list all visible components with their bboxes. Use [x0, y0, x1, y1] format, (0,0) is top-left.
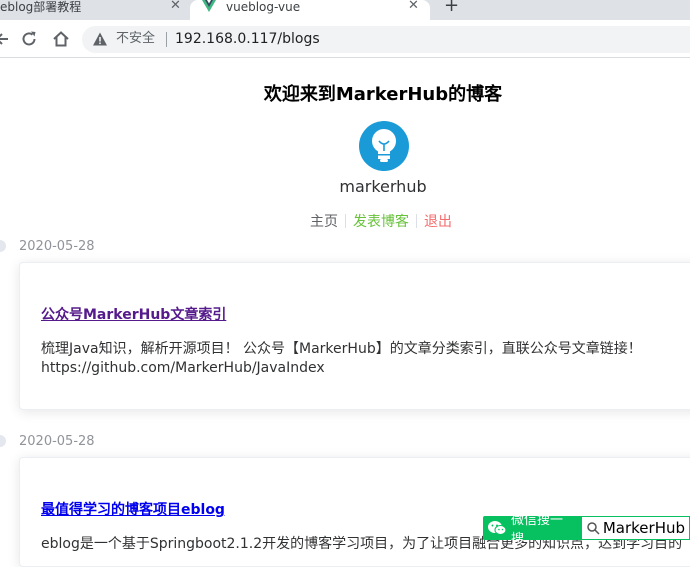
watermark-account-box: MarkerHub — [580, 516, 690, 540]
timeline-dot — [0, 240, 6, 252]
tab-title: eblog部署教程 — [0, 0, 82, 14]
wechat-search-watermark: 微信搜一搜 MarkerHub — [483, 513, 690, 547]
wechat-search-label-box: 微信搜一搜 — [483, 513, 581, 547]
post-date: 2020-05-28 — [19, 239, 95, 254]
tab-strip: eblog部署教程 ✕ vueblog-vue ✕ + — [0, 0, 690, 20]
close-icon[interactable]: ✕ — [170, 0, 181, 13]
security-label[interactable]: 不安全 — [116, 31, 155, 47]
nav-home-link[interactable]: 主页 — [310, 211, 338, 231]
post-date: 2020-05-28 — [19, 434, 95, 449]
address-bar[interactable]: 不安全 192.168.0.117/blogs — [82, 26, 690, 53]
url-text[interactable]: 192.168.0.117/blogs — [175, 31, 320, 47]
nav-divider — [345, 214, 346, 228]
back-icon[interactable] — [0, 28, 14, 50]
browser-toolbar: 不安全 192.168.0.117/blogs — [0, 20, 690, 58]
reload-icon[interactable] — [18, 28, 40, 50]
close-icon[interactable]: ✕ — [408, 0, 419, 13]
vue-icon — [202, 0, 216, 12]
nav-logout-link[interactable]: 退出 — [424, 211, 452, 231]
nav-new-post-link[interactable]: 发表博客 — [353, 211, 409, 231]
home-icon[interactable] — [50, 28, 72, 50]
post-description: 梳理Java知识，解析开源项目！ 公众号【MarkerHub】的文章分类索引，直… — [41, 341, 642, 376]
tab-title: vueblog-vue — [226, 0, 301, 14]
wechat-icon — [487, 521, 507, 535]
nav-divider — [416, 214, 417, 228]
timeline-dot — [0, 435, 6, 447]
tab-eblog-deploy[interactable]: eblog部署教程 ✕ — [0, 0, 190, 20]
watermark-account: MarkerHub — [602, 519, 685, 537]
lightbulb-avatar — [359, 121, 409, 171]
page-content: 欢迎来到MarkerHub的博客 markerhub 主页 发表博客 退出 20… — [0, 58, 690, 567]
tab-vueblog[interactable]: vueblog-vue ✕ — [190, 0, 430, 20]
warning-icon[interactable] — [92, 31, 108, 47]
username: markerhub — [339, 177, 427, 196]
new-tab-button[interactable]: + — [444, 0, 459, 16]
post-title-link[interactable]: 公众号MarkerHub文章索引 — [41, 304, 226, 324]
wechat-search-label: 微信搜一搜 — [510, 513, 563, 547]
blog-nav: 主页 发表博客 退出 — [310, 211, 452, 231]
post-card: 公众号MarkerHub文章索引 梳理Java知识，解析开源项目！ 公众号【Ma… — [19, 262, 690, 410]
page-title: 欢迎来到MarkerHub的博客 — [263, 84, 503, 105]
post-card: 最值得学习的博客项目eblog eblog是一个基于Springboot2.1.… — [19, 457, 690, 567]
post-title-link[interactable]: 最值得学习的博客项目eblog — [41, 499, 225, 519]
search-icon — [587, 522, 600, 535]
omnibox-divider — [166, 32, 167, 47]
